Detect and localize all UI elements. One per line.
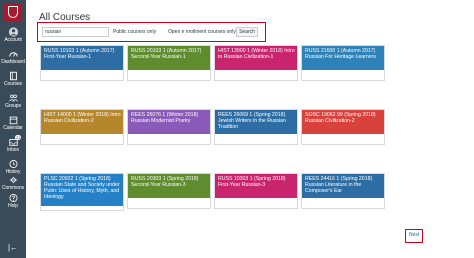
commons-icon <box>9 176 17 184</box>
course-card[interactable]: REES 26076 1 (Winter 2018) Russian Moder… <box>127 109 211 145</box>
course-card[interactable]: RUSS 20103 1 (Autumn 2017) Second-Year R… <box>127 45 211 81</box>
course-card-title: RUSS 10303 1 (Spring 2018) First-Year Ru… <box>218 176 286 188</box>
sidebar-item-label: Help <box>8 203 18 209</box>
collapse-nav-icon[interactable]: |← <box>5 244 21 252</box>
user-icon <box>8 27 18 37</box>
course-card-title: REES 26076 1 (Winter 2018) Russian Moder… <box>131 112 199 124</box>
course-card-title: RUSS 20103 1 (Autumn 2017) Second-Year R… <box>131 48 202 60</box>
course-card-title: SOSC 19062 99 (Spring 2018) Russian Civi… <box>305 112 376 124</box>
course-card[interactable]: RUSS 20303 1 (Spring 2018) Second-Year R… <box>127 173 211 209</box>
course-card-title: REES 24416 1 (Spring 2018) Russian Liter… <box>305 176 373 194</box>
sidebar-item-calendar[interactable]: Calendar <box>0 115 26 137</box>
global-nav-sidebar: Account Dashboard Courses Groups Calenda… <box>0 0 26 258</box>
sidebar-item-label: Account <box>4 37 22 43</box>
calendar-icon <box>9 116 17 125</box>
course-card-title: HIST 14000 1 (Winter 2018) Intro Russian… <box>44 112 121 124</box>
sidebar-item-help[interactable]: Help <box>0 193 26 215</box>
shield-icon <box>8 6 18 18</box>
groups-icon <box>8 94 18 102</box>
next-page-link[interactable]: Next <box>409 232 419 239</box>
sidebar-item-label: Calendar <box>3 125 23 131</box>
book-icon <box>9 71 17 81</box>
course-card[interactable]: RUSS 10103 1 (Autumn 2017) First-Year Ru… <box>40 45 124 81</box>
sidebar-item-groups[interactable]: Groups <box>0 93 26 115</box>
public-courses-label: Public courses only <box>113 29 157 35</box>
course-card[interactable]: HIST 13900 1 (Winter 2018) Intro to Russ… <box>214 45 298 81</box>
sidebar-item-label: Inbox <box>7 147 19 153</box>
sidebar-item-account[interactable]: Account <box>0 27 26 49</box>
course-card[interactable]: RUSS 21600 1 (Autumn 2017) Russian For H… <box>301 45 385 81</box>
course-card-title: RUSS 20303 1 (Spring 2018) Second-Year R… <box>131 176 199 188</box>
open-enrollment-label: Open e nrollment courses only <box>168 29 236 35</box>
course-card-title: RUSS 10103 1 (Autumn 2017) First-Year Ru… <box>44 48 115 60</box>
unread-count-badge: 21 <box>15 135 22 140</box>
sidebar-item-label: Groups <box>5 103 21 109</box>
sidebar-item-inbox[interactable]: 21 Inbox <box>0 135 26 159</box>
course-search-input[interactable] <box>42 27 109 37</box>
clock-icon <box>8 159 18 169</box>
course-card-title: HIST 13900 1 (Winter 2018) Intro to Russ… <box>218 48 295 60</box>
sidebar-item-label: Commons <box>1 185 25 191</box>
course-card[interactable]: SOSC 19062 99 (Spring 2018) Russian Civi… <box>301 109 385 145</box>
course-card[interactable]: REES 24416 1 (Spring 2018) Russian Liter… <box>301 173 385 209</box>
course-card[interactable]: PLSC 20922 1 (Spring 2018) Russian State… <box>40 173 124 211</box>
course-card[interactable]: REES 26069 1 (Spring 2018) Jewish Writer… <box>214 109 298 145</box>
course-card-title: RUSS 21600 1 (Autumn 2017) Russian For H… <box>305 48 376 60</box>
open-enrollment-checkbox[interactable]: Open e nrollment courses only <box>168 28 236 36</box>
course-card[interactable]: RUSS 10303 1 (Spring 2018) First-Year Ru… <box>214 173 298 209</box>
course-card-title: REES 26069 1 (Spring 2018) Jewish Writer… <box>218 112 286 130</box>
sidebar-item-label: Dashboard <box>1 59 25 65</box>
sidebar-item-dashboard[interactable]: Dashboard <box>0 49 26 71</box>
search-button[interactable]: Search <box>236 27 258 37</box>
course-card[interactable]: HIST 14000 1 (Winter 2018) Intro Russian… <box>40 109 124 145</box>
public-courses-checkbox[interactable]: Public courses only <box>113 28 156 36</box>
sidebar-item-courses[interactable]: Courses <box>0 71 26 93</box>
dashboard-icon <box>8 52 18 57</box>
university-logo[interactable] <box>4 3 22 21</box>
help-icon <box>8 193 18 203</box>
sidebar-item-label: Courses <box>4 81 22 87</box>
course-card-title: PLSC 20922 1 (Spring 2018) Russian State… <box>44 176 120 200</box>
